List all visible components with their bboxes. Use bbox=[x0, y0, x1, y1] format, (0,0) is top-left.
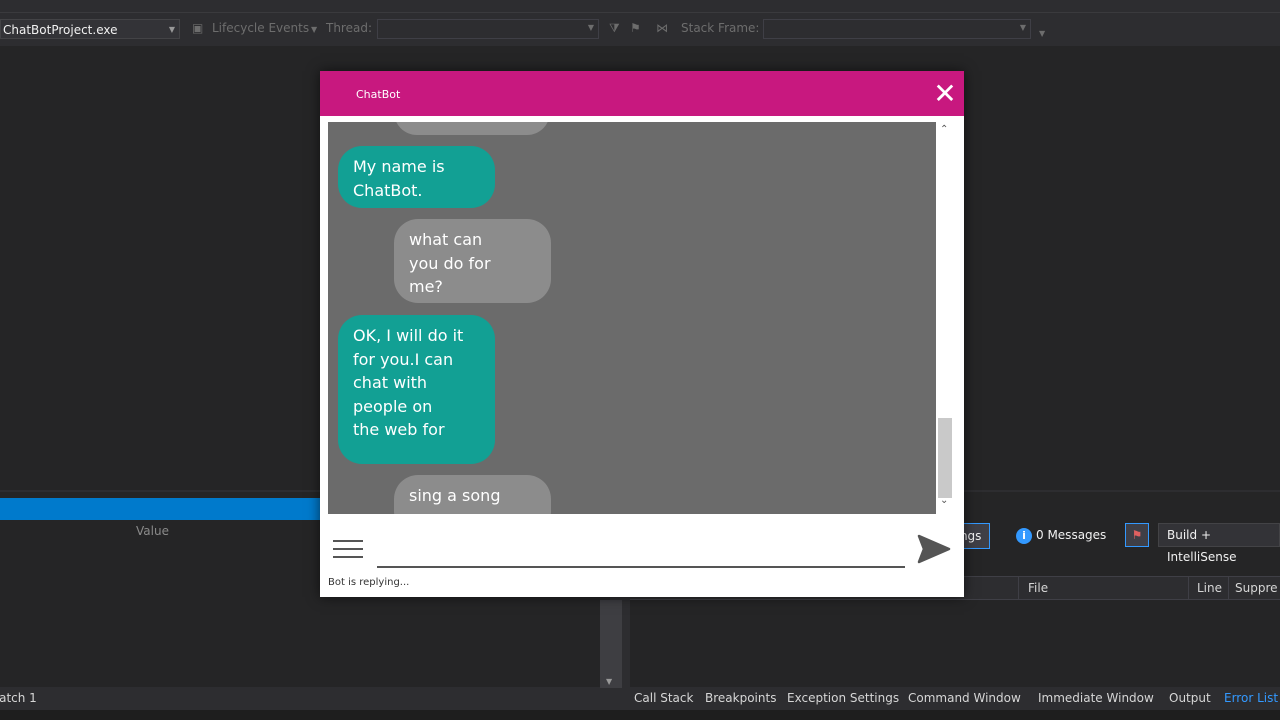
message-line: chat with bbox=[353, 373, 428, 392]
chat-bubble-user: what can you do for me? bbox=[394, 219, 551, 303]
chat-bubble-user bbox=[394, 122, 550, 135]
message-line: me? bbox=[409, 277, 443, 296]
tab-command-window[interactable]: Command Window bbox=[908, 691, 1021, 705]
tab-immediate-window[interactable]: Immediate Window bbox=[1038, 691, 1154, 705]
watch-selected-row[interactable] bbox=[0, 498, 322, 520]
column-line[interactable]: Line bbox=[1197, 581, 1222, 595]
messages-filter-button[interactable]: i 0 Messages bbox=[1016, 523, 1106, 547]
debug-toolbar: ChatBotProject.exe ▼ ▣ Lifecycle Events … bbox=[0, 16, 1280, 44]
chatbot-title: ChatBot bbox=[356, 88, 401, 101]
thread-label: Thread: bbox=[326, 21, 373, 35]
column-suppression[interactable]: Suppre bbox=[1235, 581, 1278, 595]
column-file[interactable]: File bbox=[1028, 581, 1048, 595]
thread-dropdown[interactable]: ▼ bbox=[377, 19, 599, 39]
tab-output[interactable]: Output bbox=[1169, 691, 1211, 705]
process-dropdown-label: ChatBotProject.exe bbox=[3, 23, 118, 37]
chat-bubble-user: sing a song bbox=[394, 475, 551, 514]
message-input[interactable] bbox=[377, 526, 905, 568]
column-separator[interactable] bbox=[1228, 577, 1229, 599]
message-line: for you.I can bbox=[353, 349, 454, 369]
message-line: My name is bbox=[353, 157, 445, 176]
column-separator[interactable] bbox=[1018, 577, 1019, 599]
messages-label: 0 Messages bbox=[1036, 528, 1107, 542]
scroll-down-icon[interactable]: ▼ bbox=[606, 677, 612, 686]
message-line: ChatBot. bbox=[353, 180, 423, 200]
message-line: what can bbox=[409, 230, 483, 249]
send-icon[interactable] bbox=[916, 531, 952, 567]
tab-exception-settings[interactable]: Exception Settings bbox=[787, 691, 899, 705]
message-line: OK, I will do it bbox=[353, 326, 464, 345]
chatbot-window: ChatBot ✕ My name is ChatBot. what can y… bbox=[320, 71, 964, 597]
toolbar-overflow-icon[interactable]: ▼ bbox=[1039, 29, 1045, 38]
tab-call-stack[interactable]: Call Stack bbox=[634, 691, 693, 705]
stack-frame-label: Stack Frame: bbox=[681, 21, 760, 35]
column-separator[interactable] bbox=[1188, 577, 1189, 599]
chevron-down-icon: ▼ bbox=[587, 23, 594, 32]
flag-filter-icon[interactable]: ⚑ bbox=[630, 21, 641, 35]
lifecycle-events-label[interactable]: Lifecycle Events bbox=[212, 21, 309, 35]
close-button[interactable]: ✕ bbox=[930, 79, 960, 109]
chatbot-titlebar[interactable]: ChatBot ✕ bbox=[320, 71, 964, 116]
status-text: Bot is replying... bbox=[328, 577, 410, 588]
ide-top-strip bbox=[0, 0, 1280, 13]
watch-value-header[interactable]: Value bbox=[136, 524, 169, 538]
info-icon: i bbox=[1016, 527, 1032, 544]
chat-messages[interactable]: My name is ChatBot. what can you do for … bbox=[328, 122, 936, 514]
scroll-thumb[interactable] bbox=[938, 418, 952, 498]
error-scope-dropdown[interactable]: Build + IntelliSense bbox=[1158, 523, 1280, 564]
message-line: you do for bbox=[409, 253, 491, 273]
lifecycle-chevron-icon[interactable]: ▼ bbox=[311, 25, 317, 34]
tab-watch[interactable]: Watch 1 bbox=[0, 691, 37, 705]
message-line: sing a song bbox=[409, 486, 501, 505]
lifecycle-events-icon[interactable]: ▣ bbox=[192, 21, 203, 35]
scroll-down-icon[interactable]: ⌄ bbox=[940, 495, 948, 506]
message-line: people on bbox=[353, 396, 433, 416]
tab-error-list[interactable]: Error List bbox=[1224, 691, 1278, 705]
tab-breakpoints[interactable]: Breakpoints bbox=[705, 691, 776, 705]
error-list-filter-icon[interactable]: ⚑ bbox=[1125, 523, 1149, 547]
stack-frame-icon: ⋈ bbox=[656, 21, 668, 35]
watch-scrollbar[interactable]: ▼ bbox=[600, 600, 622, 688]
chat-bubble-bot: My name is ChatBot. bbox=[338, 146, 495, 208]
filter-icon[interactable]: ⧩ bbox=[609, 21, 620, 36]
stack-frame-dropdown[interactable]: ▼ bbox=[763, 19, 1031, 39]
process-dropdown[interactable]: ChatBotProject.exe ▼ bbox=[0, 19, 180, 39]
bottom-edge bbox=[0, 710, 1280, 720]
chevron-down-icon: ▼ bbox=[168, 25, 175, 34]
chat-scrollbar[interactable]: ⌃ ⌄ bbox=[936, 122, 954, 514]
scroll-up-icon[interactable]: ⌃ bbox=[940, 124, 948, 135]
chevron-down-icon: ▼ bbox=[1019, 23, 1026, 32]
message-line: the web for bbox=[353, 420, 445, 439]
menu-icon[interactable] bbox=[333, 540, 363, 562]
tool-window-tabs: Watch 1 Call Stack Breakpoints Exception… bbox=[0, 688, 1280, 710]
chat-bubble-bot: OK, I will do it for you.I can chat with… bbox=[338, 315, 495, 464]
